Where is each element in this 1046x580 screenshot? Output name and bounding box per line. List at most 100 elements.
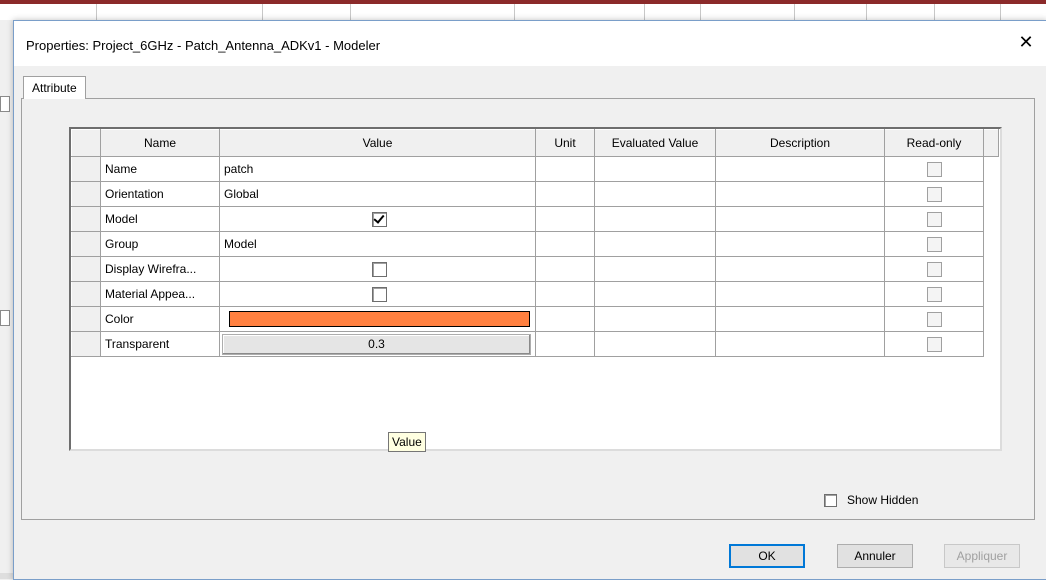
tab-attribute[interactable]: Attribute: [23, 76, 86, 99]
material-appearance-checkbox[interactable]: [372, 286, 387, 302]
property-value-cell: [219, 206, 536, 232]
close-icon[interactable]: ✕: [1016, 32, 1036, 52]
background-separator: [514, 4, 515, 20]
row-header[interactable]: [71, 306, 101, 332]
background-control: [0, 310, 10, 326]
row-header[interactable]: [71, 281, 101, 307]
table-row[interactable]: Model: [71, 206, 999, 232]
transparency-button[interactable]: 0.3: [222, 333, 531, 355]
table-row[interactable]: Material Appea...: [71, 281, 999, 307]
model-checkbox[interactable]: [372, 211, 387, 227]
background-control: [0, 96, 10, 112]
column-header-unit[interactable]: Unit: [535, 129, 595, 157]
property-unit: [535, 181, 595, 207]
row-filler: [984, 232, 999, 257]
column-header-value[interactable]: Value: [219, 129, 536, 157]
background-accent-line: [0, 0, 1046, 4]
property-evaluated-value: [594, 306, 716, 332]
background-separator: [262, 4, 263, 20]
table-row[interactable]: Transparent 0.3: [71, 331, 999, 357]
dialog-title: Properties: Project_6GHz - Patch_Antenna…: [26, 38, 381, 53]
property-value-cell: [219, 306, 536, 332]
row-filler: [984, 332, 999, 357]
property-value-cell: 0.3: [219, 331, 536, 357]
read-only-checkbox: [926, 286, 942, 302]
read-only-checkbox: [926, 336, 942, 352]
property-description: [715, 256, 885, 282]
properties-dialog: Properties: Project_6GHz - Patch_Antenna…: [13, 20, 1046, 580]
read-only-checkbox: [926, 186, 942, 202]
property-evaluated-value: [594, 281, 716, 307]
table-row[interactable]: Group Model: [71, 231, 999, 257]
row-header[interactable]: [71, 231, 101, 257]
property-evaluated-value: [594, 181, 716, 207]
property-evaluated-value: [594, 256, 716, 282]
property-name: Name: [100, 156, 220, 182]
value-tooltip: Value: [388, 432, 426, 452]
background-separator: [644, 4, 645, 20]
apply-button[interactable]: Appliquer: [944, 544, 1020, 568]
property-unit: [535, 306, 595, 332]
read-only-cell: [884, 181, 984, 207]
read-only-checkbox: [926, 236, 942, 252]
column-header-evaluated-value[interactable]: Evaluated Value: [594, 129, 716, 157]
background-separator: [1000, 4, 1001, 20]
show-hidden-option[interactable]: Show Hidden: [824, 493, 918, 508]
cancel-button[interactable]: Annuler: [837, 544, 913, 568]
color-swatch[interactable]: [229, 311, 530, 327]
property-name: Transparent: [100, 331, 220, 357]
property-description: [715, 331, 885, 357]
property-unit: [535, 206, 595, 232]
property-name: Model: [100, 206, 220, 232]
properties-table: Name Value Unit Evaluated Value Descript…: [71, 129, 999, 357]
column-header-read-only[interactable]: Read-only: [884, 129, 984, 157]
column-header-name[interactable]: Name: [100, 129, 220, 157]
background-separator: [794, 4, 795, 20]
read-only-cell: [884, 206, 984, 232]
row-header[interactable]: [71, 206, 101, 232]
show-hidden-checkbox[interactable]: [824, 494, 837, 508]
row-header[interactable]: [71, 331, 101, 357]
row-header[interactable]: [71, 181, 101, 207]
table-row[interactable]: Display Wirefra...: [71, 256, 999, 282]
properties-grid: Name Value Unit Evaluated Value Descript…: [69, 127, 1002, 451]
property-value-cell: [219, 256, 536, 282]
read-only-cell: [884, 231, 984, 257]
property-description: [715, 281, 885, 307]
read-only-cell: [884, 331, 984, 357]
row-filler: [984, 157, 999, 182]
property-name: Material Appea...: [100, 281, 220, 307]
background-separator: [96, 4, 97, 20]
property-name: Color: [100, 306, 220, 332]
property-value-text[interactable]: Model: [219, 231, 536, 257]
background-separator: [934, 4, 935, 20]
background-separator: [866, 4, 867, 20]
display-wireframe-checkbox[interactable]: [372, 261, 387, 277]
property-description: [715, 306, 885, 332]
property-evaluated-value: [594, 231, 716, 257]
table-row[interactable]: Orientation Global: [71, 181, 999, 207]
property-unit: [535, 156, 595, 182]
property-unit: [535, 331, 595, 357]
row-filler: [984, 182, 999, 207]
property-unit: [535, 256, 595, 282]
property-description: [715, 156, 885, 182]
read-only-checkbox: [926, 311, 942, 327]
row-header[interactable]: [71, 256, 101, 282]
read-only-checkbox: [926, 211, 942, 227]
dialog-titlebar[interactable]: Properties: Project_6GHz - Patch_Antenna…: [14, 21, 1046, 66]
property-value-cell: [219, 281, 536, 307]
property-unit: [535, 231, 595, 257]
property-unit: [535, 281, 595, 307]
read-only-checkbox: [926, 261, 942, 277]
row-header[interactable]: [71, 156, 101, 182]
property-value-text[interactable]: patch: [219, 156, 536, 182]
property-value-text[interactable]: Global: [219, 181, 536, 207]
table-row[interactable]: Name patch: [71, 156, 999, 182]
ok-button[interactable]: OK: [729, 544, 805, 568]
row-filler: [984, 257, 999, 282]
table-row[interactable]: Color: [71, 306, 999, 332]
column-header-description[interactable]: Description: [715, 129, 885, 157]
property-name: Orientation: [100, 181, 220, 207]
property-evaluated-value: [594, 156, 716, 182]
